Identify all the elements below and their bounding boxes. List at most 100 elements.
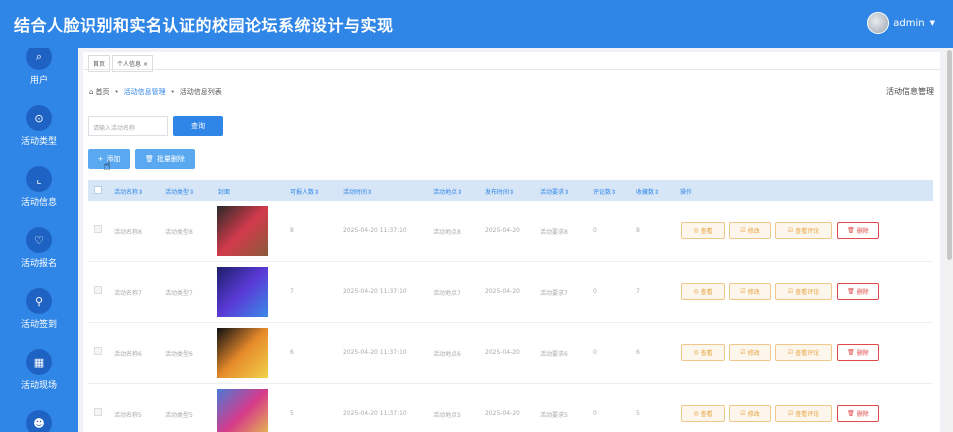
cell-place: 活动地点5 — [433, 412, 461, 419]
user-icon: ⚲ — [26, 288, 52, 314]
sidebar-item-activity-checkin[interactable]: ⚲ 活动签到 — [0, 288, 78, 330]
cell-comments: 0 — [593, 227, 597, 234]
cell-name: 活动名称6 — [114, 351, 142, 358]
eye-icon: ◎ — [693, 410, 699, 417]
edit-button[interactable]: ☑ 修改 — [729, 344, 771, 361]
cell-time: 2025-04-20 11:37:10 — [343, 288, 407, 295]
cover-image[interactable] — [217, 328, 268, 378]
cell-name: 活动名称8 — [114, 229, 142, 236]
column-header-requirement[interactable]: 活动要求⇕ — [540, 187, 569, 196]
edit-icon: ☑ — [740, 288, 746, 295]
edit-button[interactable]: ☑ 修改 — [729, 283, 771, 300]
cell-comments: 0 — [593, 288, 597, 295]
mouse-cursor-icon: ☝ — [103, 159, 111, 174]
edit-icon: ☑ — [740, 227, 746, 234]
table-row: 活动名称7 活动类型7 7 2025-04-20 11:37:10 活动地点7 2025-… — [88, 262, 933, 323]
view-comments-button[interactable]: ☑ 查看评论 — [775, 222, 832, 239]
view-button[interactable]: ◎ 查看 — [681, 405, 725, 422]
cell-comments: 0 — [593, 349, 597, 356]
edit-button[interactable]: ☑ 修改 — [729, 222, 771, 239]
sidebar-item-face[interactable]: ☻ — [0, 410, 78, 432]
sidebar-item-activity-site[interactable]: ▦ 活动现场 — [0, 349, 78, 391]
edit-icon: ☑ — [740, 349, 746, 356]
cover-image[interactable] — [217, 389, 268, 432]
breadcrumb-current: 活动信息列表 — [179, 88, 222, 96]
delete-button[interactable]: 🗑 删除 — [837, 283, 879, 300]
column-header-time[interactable]: 活动时间⇕ — [343, 187, 372, 196]
sidebar-item-activity-info[interactable]: ⌞ 活动信息 — [0, 166, 78, 208]
cell-capacity: 5 — [290, 410, 294, 417]
column-header-place[interactable]: 活动地点⇕ — [433, 187, 462, 196]
view-button[interactable]: ◎ 查看 — [681, 222, 725, 239]
column-header-capacity[interactable]: 可报人数⇕ — [290, 187, 319, 196]
column-header-type[interactable]: 活动类型⇕ — [165, 187, 194, 196]
row-checkbox[interactable] — [94, 225, 102, 233]
comment-icon: ☑ — [787, 349, 794, 356]
cell-comments: 0 — [593, 410, 597, 417]
search-button[interactable]: 查询 — [173, 116, 223, 136]
scrollbar-thumb[interactable] — [947, 50, 952, 260]
delete-button[interactable]: 🗑 删除 — [837, 344, 879, 361]
column-header-actions: 操作 — [680, 189, 693, 196]
eye-icon: ◎ — [693, 288, 699, 295]
column-header-published[interactable]: 发布时间⇕ — [485, 187, 514, 196]
close-icon[interactable]: × — [143, 61, 148, 68]
circle-target-icon: ⊙ — [26, 105, 52, 131]
delete-button[interactable]: 🗑 删除 — [837, 222, 879, 239]
sidebar-item-label: 用户 — [29, 76, 48, 86]
cell-type: 活动类型6 — [165, 351, 193, 358]
cell-type: 活动类型5 — [165, 412, 193, 419]
calendar-icon: ▦ — [26, 349, 52, 375]
row-checkbox[interactable] — [94, 408, 102, 416]
sidebar: ⌕ 用户 ⊙ 活动类型 ⌞ 活动信息 ♡ 活动报名 ⚲ 活动签到 ▦ 活动现场 … — [0, 48, 78, 432]
eye-icon: ◎ — [693, 227, 699, 234]
cell-published: 2025-04-20 — [485, 288, 520, 295]
chevron-down-icon[interactable]: ▼ — [930, 19, 935, 27]
view-comments-button[interactable]: ☑ 查看评论 — [775, 283, 832, 300]
edit-icon: ☑ — [740, 410, 746, 417]
cover-image[interactable] — [217, 267, 268, 317]
breadcrumb-home[interactable]: 首页 — [95, 87, 109, 97]
select-all-checkbox[interactable] — [94, 186, 102, 194]
view-comments-button[interactable]: ☑ 查看评论 — [775, 344, 832, 361]
cell-favorites: 8 — [636, 227, 640, 234]
eye-icon: ◎ — [693, 349, 699, 356]
sidebar-item-activity-type[interactable]: ⊙ 活动类型 — [0, 105, 78, 147]
table-row: 活动名称8 活动类型8 8 2025-04-20 11:37:10 活动地点8 2025-… — [88, 201, 933, 262]
row-checkbox[interactable] — [94, 347, 102, 355]
trash-icon: 🗑 — [847, 349, 855, 356]
app-title: 结合人脸识别和实名认证的校园论坛系统设计与实现 — [14, 16, 394, 35]
trash-icon: 🗑 — [847, 288, 855, 295]
user-menu[interactable]: admin ▼ — [867, 12, 935, 34]
cell-type: 活动类型7 — [165, 290, 193, 297]
cell-place: 活动地点7 — [433, 290, 461, 297]
view-button[interactable]: ◎ 查看 — [681, 344, 725, 361]
view-comments-button[interactable]: ☑ 查看评论 — [775, 405, 832, 422]
cell-requirement: 活动要求5 — [540, 412, 568, 419]
sidebar-item-activity-signup[interactable]: ♡ 活动报名 — [0, 227, 78, 269]
sidebar-item-users[interactable]: ⌕ 用户 — [0, 48, 78, 86]
username[interactable]: admin — [893, 18, 924, 29]
row-checkbox[interactable] — [94, 286, 102, 294]
main-content: 首页 个人信息 × ⌂ 首页 • 活动信息管理 • 活动信息列表 活动信息管理 请… — [83, 52, 940, 432]
page-title: 活动信息管理 — [886, 87, 934, 96]
search-input[interactable]: 请输入活动名称 — [88, 116, 168, 136]
avatar[interactable] — [867, 12, 890, 34]
view-button[interactable]: ◎ 查看 — [681, 283, 725, 300]
column-header-name[interactable]: 活动名称⇕ — [114, 187, 143, 196]
edit-button[interactable]: ☑ 修改 — [729, 405, 771, 422]
delete-button[interactable]: 🗑 删除 — [837, 405, 879, 422]
search-icon: ⌕ — [26, 48, 52, 70]
cell-capacity: 6 — [290, 349, 294, 356]
sidebar-item-label: 活动签到 — [20, 320, 57, 330]
cell-place: 活动地点8 — [433, 229, 461, 236]
batch-delete-button[interactable]: 🗑 批量删除 — [135, 149, 195, 169]
cover-image[interactable] — [217, 206, 268, 256]
column-header-comments[interactable]: 评论数⇕ — [593, 187, 616, 196]
cell-name: 活动名称5 — [114, 412, 142, 419]
column-header-favorites[interactable]: 收藏数⇕ — [636, 187, 659, 196]
cell-published: 2025-04-20 — [485, 349, 520, 356]
trash-icon: 🗑 — [847, 410, 855, 417]
scrollbar[interactable] — [946, 48, 953, 432]
breadcrumb-section[interactable]: 活动信息管理 — [124, 87, 166, 97]
